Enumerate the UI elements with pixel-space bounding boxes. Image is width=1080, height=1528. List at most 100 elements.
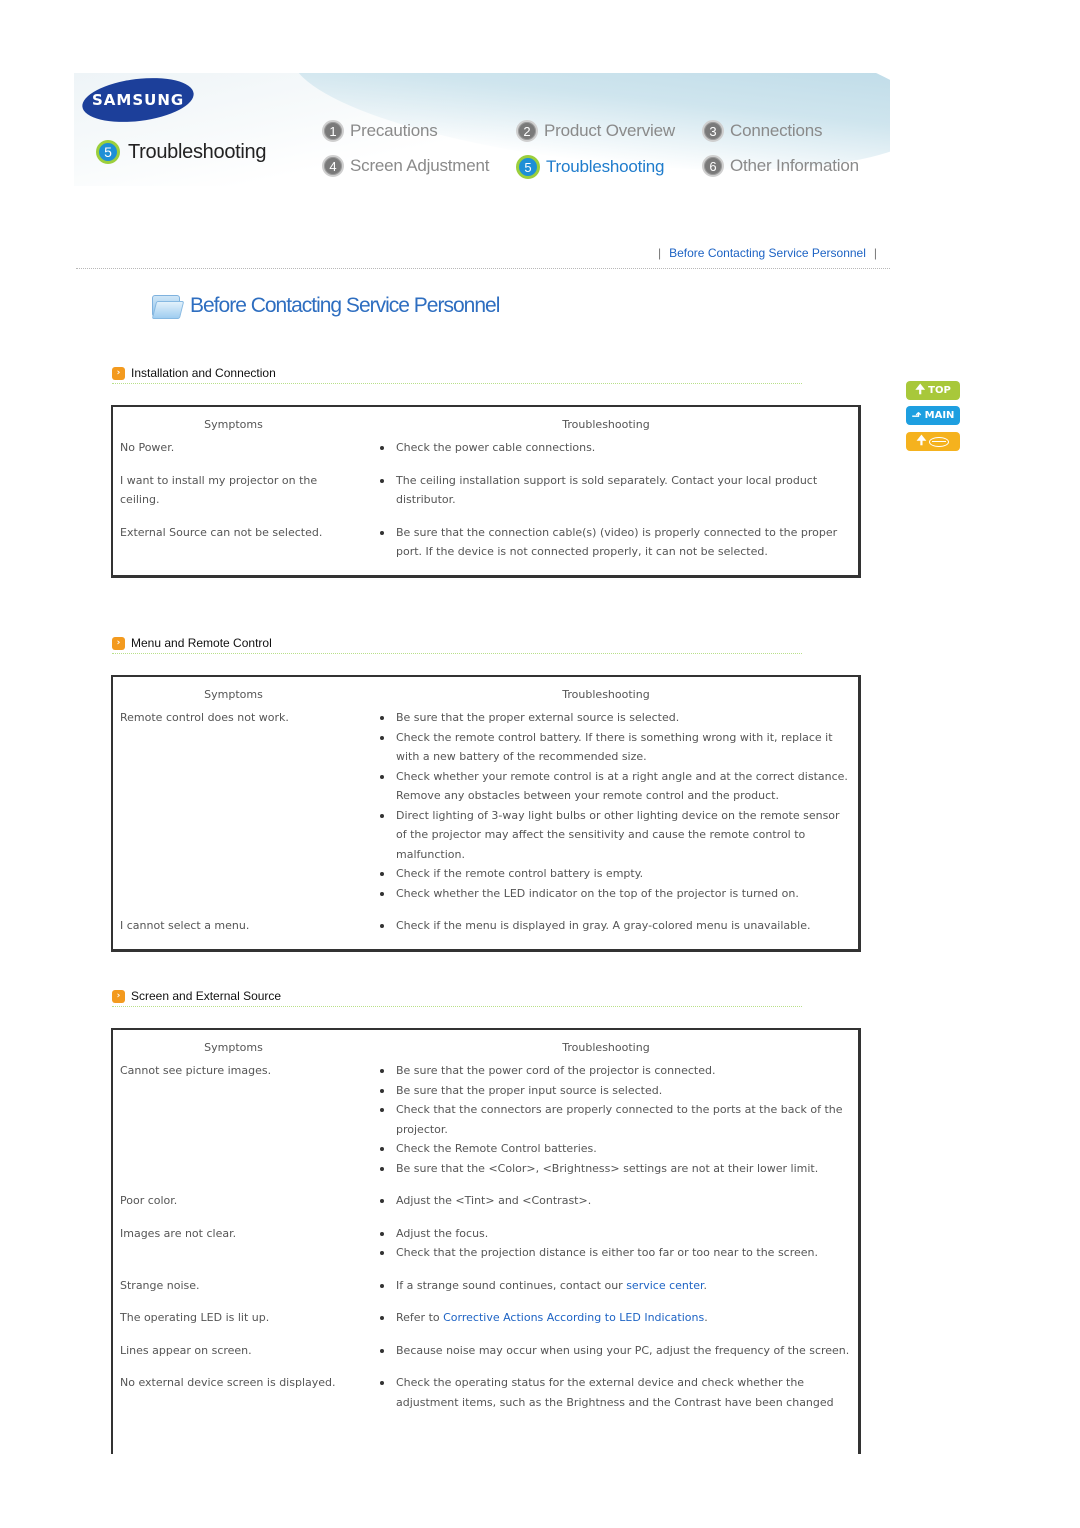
arrow-up-icon: 🠉 [915,382,926,396]
service-center-link[interactable]: service center [626,1279,703,1292]
table-header: Symptoms Troubleshooting [113,677,858,708]
fix-item: Because noise may occur when using your … [368,1341,852,1361]
section-title: Menu and Remote Control [131,636,272,650]
nav-label: Precautions [350,121,438,140]
column-header-symptoms: Symptoms [204,688,263,701]
divider [76,268,890,269]
lips-icon [929,436,950,447]
section-divider [112,383,802,384]
number-5-icon: 5 [516,155,540,179]
table-row: Images are not clear. Adjust the focus. … [113,1224,858,1276]
fix-item: Check the operating status for the exter… [368,1373,852,1412]
fix-item: Be sure that the connection cable(s) (vi… [368,523,852,562]
nav-item-product-overview[interactable]: 2 Product Overview [516,120,675,142]
symptom-cell: Remote control does not work. [120,711,289,724]
fix-item: Check if the remote control battery is e… [368,864,852,884]
nav-label: Other Information [730,156,859,175]
brand-text: SAMSUNG [91,91,185,110]
symptom-cell: Strange noise. [120,1278,200,1292]
fix-item: Check if the menu is displayed in gray. … [368,916,852,936]
number-2-icon: 2 [516,120,538,142]
table-row: Remote control does not work. Be sure th… [113,708,858,916]
symptom-cell: I cannot select a menu. [120,919,250,932]
table-header: Symptoms Troubleshooting [113,1030,858,1061]
nav-item-connections[interactable]: 3 Connections [702,120,823,142]
fix-item: Adjust the focus. [368,1224,852,1244]
chevron-right-icon: › [112,989,125,1003]
nav-item-screen-adjustment[interactable]: 4 Screen Adjustment [322,155,489,177]
section-title: Screen and External Source [131,989,282,1003]
turn-arrow-icon: ⬏ [911,408,922,423]
samsung-logo[interactable]: SAMSUNG [79,73,197,128]
current-section: 5 Troubleshooting [96,140,266,164]
page-title-text: Before Contacting Service Personnel [190,294,500,317]
symptom-cell: No Power. [120,441,175,454]
fix-item: Check that the connectors are properly c… [368,1100,852,1139]
symptom-cell: No external device screen is displayed. [120,1376,336,1389]
symptom-cell: Lines appear on screen. [120,1343,252,1357]
table-row: I want to install my projector on the ce… [113,471,858,523]
main-label: MAIN [924,410,955,421]
fix-item: If a strange sound continues, contact ou… [368,1276,852,1296]
table-row: Strange noise. If a strange sound contin… [113,1276,858,1309]
column-header-troubleshooting: Troubleshooting [562,1041,650,1054]
table-row: No external device screen is displayed. … [113,1373,858,1425]
main-button[interactable]: ⬏ MAIN [906,406,960,425]
number-1-icon: 1 [322,120,344,142]
section-number-icon: 5 [96,140,120,164]
fix-item: Check that the projection distance is ei… [368,1243,852,1263]
column-header-troubleshooting: Troubleshooting [562,688,650,701]
nav-label: Product Overview [544,121,675,140]
nav-label: Connections [730,121,823,140]
nav-item-precautions[interactable]: 1 Precautions [322,120,438,142]
fix-item: Check the Remote Control batteries. [368,1139,852,1159]
header-banner: SAMSUNG 5 Troubleshooting 1 Precautions … [74,73,890,186]
nav-item-troubleshooting[interactable]: 5 Troubleshooting [516,155,664,179]
breadcrumb-separator: | [873,246,878,260]
fix-item: Be sure that the power cord of the proje… [368,1061,852,1081]
fix-item: Check the power cable connections. [368,438,852,458]
table-row: Cannot see picture images. Be sure that … [113,1061,858,1191]
fix-item: Be sure that the <Color>, <Brightness> s… [368,1159,852,1179]
arrow-up-icon: 🠉 [916,433,927,447]
back-button[interactable]: 🠉 [906,432,960,451]
folder-icon [150,292,185,320]
fix-item: Be sure that the proper input source is … [368,1081,852,1101]
troubleshooting-table-menu-remote: Symptoms Troubleshooting Remote control … [111,675,861,952]
current-section-label: Troubleshooting [128,140,267,163]
fix-item: Refer to Corrective Actions According to… [368,1308,852,1328]
chevron-right-icon: › [112,636,125,650]
section-heading-screen-source: › Screen and External Source [112,989,281,1003]
fix-item: Direct lighting of 3-way light bulbs or … [368,806,852,865]
fix-item: Check the remote control battery. If the… [368,728,852,767]
nav-item-other-information[interactable]: 6 Other Information [702,155,859,177]
breadcrumb-link[interactable]: Before Contacting Service Personnel [669,246,866,260]
nav-label: Screen Adjustment [350,156,490,175]
section-heading-installation: › Installation and Connection [112,366,276,380]
troubleshooting-table-installation: Symptoms Troubleshooting No Power. Check… [111,405,861,578]
symptom-cell: Cannot see picture images. [120,1064,272,1077]
symptom-cell: The operating LED is lit up. [120,1311,270,1324]
table-row: No Power. Check the power cable connecti… [113,438,858,471]
breadcrumb: | Before Contacting Service Personnel | [650,246,885,260]
troubleshooting-table-screen-source: Symptoms Troubleshooting Cannot see pict… [111,1028,861,1454]
nav-label: Troubleshooting [546,157,665,176]
table-row: Lines appear on screen. Because noise ma… [113,1341,858,1374]
top-button[interactable]: 🠉 TOP [906,381,960,400]
chevron-right-icon: › [112,366,125,380]
number-6-icon: 6 [702,155,724,177]
page-title: Before Contacting Service Personnel [150,292,500,320]
table-row: Poor color. Adjust the <Tint> and <Contr… [113,1191,858,1224]
top-label: TOP [928,385,951,396]
led-indications-link[interactable]: Corrective Actions According to LED Indi… [443,1311,704,1324]
column-header-troubleshooting: Troubleshooting [562,418,650,431]
symptom-cell: Poor color. [120,1194,178,1207]
number-3-icon: 3 [702,120,724,142]
section-heading-menu-remote: › Menu and Remote Control [112,636,272,650]
column-header-symptoms: Symptoms [204,1041,263,1054]
fix-item: Adjust the <Tint> and <Contrast>. [368,1191,852,1211]
table-row: The operating LED is lit up. Refer to Co… [113,1308,858,1341]
symptom-cell: I want to install my projector on the ce… [120,473,318,507]
section-divider [112,653,802,654]
table-row: External Source can not be selected. Be … [113,523,858,575]
